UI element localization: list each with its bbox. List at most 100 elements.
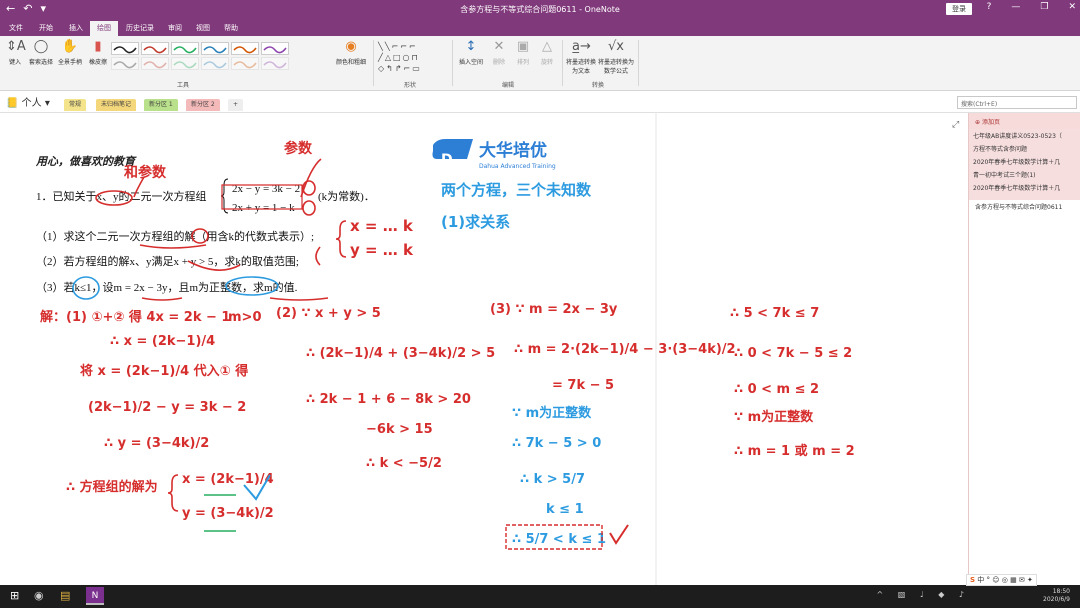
rotate-button[interactable]: △ 旋转 [532, 39, 562, 66]
p2-line-1: (2) ∵ x + y > 5 [276, 306, 381, 321]
pen-swatch[interactable] [171, 42, 199, 55]
pen-swatch[interactable] [141, 42, 169, 55]
folder-icon[interactable]: ▤ [60, 589, 70, 602]
eraser-icon: ▮ [94, 39, 102, 54]
pen-swatch[interactable] [231, 57, 259, 70]
insert-space-button[interactable]: ↕ 插入空间 [456, 39, 486, 66]
insert-space-icon: ↕ [465, 39, 477, 54]
rotate-icon: △ [542, 39, 552, 54]
color-thickness-button[interactable]: ◉ 颜色和粗细 [333, 39, 369, 66]
clock-date[interactable]: 2020/6/9 [1043, 596, 1070, 604]
login-button[interactable]: 登录 [946, 3, 972, 15]
equation-2: 2x + y = 1 − k [232, 202, 295, 214]
tab-help[interactable]: 帮助 [217, 21, 245, 36]
p2-line-4: −6k > 15 [366, 422, 433, 437]
logo: D 大华培优 Dahua Advanced Training [432, 139, 556, 170]
sol-line-5: ∴ y = (3−4k)/2 [104, 436, 209, 451]
pen-swatch[interactable] [111, 57, 139, 70]
question-1: （1）求这个二元一次方程组的解（用含k的代数式表示）; [36, 229, 314, 243]
sol-line-3: 将 x = (2k−1)/4 代入① 得 [80, 363, 248, 379]
sol-line-6: ∴ 方程组的解为 [66, 479, 158, 495]
tab-view[interactable]: 视图 [189, 21, 217, 36]
pan-button[interactable]: ✋ 全景手柄 [55, 39, 85, 66]
close-icon[interactable]: ✕ [1068, 2, 1076, 12]
check-mark-icon [609, 524, 629, 545]
sol-line-7: x = (2k−1)/4 [182, 472, 274, 487]
section-tab-0[interactable]: 常规 [64, 99, 87, 111]
pen-swatch[interactable] [201, 57, 229, 70]
pen-swatch[interactable] [111, 42, 139, 55]
page-item[interactable]: 七年级AB讲度讲义0523-0523（ [973, 132, 1076, 142]
tab-review[interactable]: 审阅 [161, 21, 189, 36]
p3-line-7: k ≤ 1 [546, 502, 584, 517]
group-label-convert: 转换 [592, 82, 605, 89]
sol-line-2: ∴ x = (2k−1)/4 [110, 334, 215, 349]
tray-icons[interactable]: ^ ▧ ♩ ◆ ♪ [877, 590, 970, 599]
brace-x: x = … k [350, 217, 414, 235]
p3-line-8: ∴ 5/7 < k ≤ 1 [512, 532, 606, 547]
equation-note: (k为常数)． [318, 190, 375, 203]
shapes-icon: ╲╲⌐⌐⌐ ╱△□○⊓ ◇↰↱⌐▭ [378, 42, 422, 73]
page-item[interactable]: 青一初中考试三个题(1) [973, 171, 1076, 181]
tab-home[interactable]: 开始 [32, 21, 60, 36]
page-item[interactable]: 2020年春季七年级数学计算＋几 [973, 184, 1076, 194]
note-parameter-2: 和参数 [124, 164, 167, 181]
add-page-button[interactable]: ⊕ 添加页 [969, 113, 1080, 129]
pen-swatch[interactable] [231, 42, 259, 55]
chevron-down-icon: ▾ [44, 98, 50, 109]
section-tab-2[interactable]: 新分区 1 [144, 99, 178, 111]
eraser-button[interactable]: ▮ 橡皮擦 [83, 39, 113, 66]
color-palette-icon: ◉ [345, 39, 357, 54]
note-equations: 两个方程，三个未知数 [441, 181, 592, 199]
question-2: （2）若方程组的解x、y满足x + y > 5，求k的取值范围; [36, 254, 299, 268]
p4-line-5: ∴ m = 1 或 m = 2 [734, 443, 855, 459]
lasso-select-button[interactable]: ◯ 套索选择 [26, 39, 56, 66]
app-icon[interactable]: ◉ [34, 589, 44, 602]
page-item[interactable]: 方程不等式含参问题 [973, 145, 1076, 155]
p3-line-2: ∴ m = 2·(2k−1)/4 − 3·(3−4k)/2 [514, 342, 736, 357]
onenote-icon[interactable]: N [86, 587, 104, 605]
pen-swatch[interactable] [261, 42, 289, 55]
ink-to-math-button[interactable]: √x 将墨迹转换为数学公式 [598, 39, 634, 75]
shapes-gallery[interactable]: ╲╲⌐⌐⌐ ╱△□○⊓ ◇↰↱⌐▭ [378, 41, 448, 77]
ink-to-text-button[interactable]: a̲→ 将墨迹转换为文本 [564, 39, 598, 75]
page-item[interactable]: 2020年春季七年级数学计算＋几 [973, 158, 1076, 168]
page-canvas[interactable]: ⤢ 用心，做喜欢的教育 D 大华培优 Dahua Advanced Traini… [0, 113, 968, 585]
note-parameter: 参数 [284, 140, 313, 157]
page-item-current[interactable]: 含参方程与不等式综合问题0611 [969, 200, 1080, 216]
hand-icon: ✋ [61, 39, 79, 54]
plus-circle-icon: ⊕ [975, 119, 981, 126]
help-icon[interactable]: ? [987, 2, 992, 12]
add-section-button[interactable]: + [228, 99, 244, 111]
p3-line-4: ∵ m为正整数 [512, 405, 592, 421]
notebook-selector[interactable]: 📒 个人 ▾ [6, 94, 50, 109]
title-bar: ← ↶ ▾ 含参方程与不等式综合问题0611 - OneNote 登录 ? — … [0, 0, 1080, 19]
p4-line-3: ∴ 0 < m ≤ 2 [734, 382, 819, 397]
expand-icon[interactable]: ⤢ [951, 120, 959, 130]
search-input[interactable]: 搜索(Ctrl+E) [957, 96, 1077, 109]
ime-toolbar[interactable]: S 中 ° ☺ ◎ ▦ ✉ ✦ [966, 574, 1037, 586]
notebook-icon: 📒 [6, 98, 19, 109]
tab-file[interactable]: 文件 [2, 21, 30, 36]
tab-insert[interactable]: 插入 [62, 21, 90, 36]
page-drawing: ⤢ 用心，做喜欢的教育 D 大华培优 Dahua Advanced Traini… [35, 113, 959, 585]
p4-line-1: ∴ 5 < 7k ≤ 7 [730, 306, 819, 321]
section-tab-1[interactable]: 未归档笔记 [96, 99, 137, 111]
clock-time[interactable]: 18:50 [1043, 588, 1070, 596]
note-relation: (1)求关系 [441, 213, 510, 231]
tab-draw[interactable]: 绘图 [90, 21, 118, 36]
p3-line-1: (3) ∵ m = 2x − 3y [490, 302, 618, 317]
pen-swatch[interactable] [171, 57, 199, 70]
minimize-icon[interactable]: — [1011, 2, 1020, 12]
ink-to-text-icon: a̲→ [572, 39, 591, 54]
ribbon-tabs: 文件 开始 插入 绘图 历史记录 审阅 视图 帮助 [0, 19, 1080, 36]
p4-line-2: ∴ 0 < 7k − 5 ≤ 2 [734, 346, 852, 361]
tab-history[interactable]: 历史记录 [119, 21, 161, 36]
pen-swatch[interactable] [201, 42, 229, 55]
ribbon: ⇕A 键入 ◯ 套索选择 ✋ 全景手柄 ▮ 橡皮擦 ◉ 颜色和粗细 工具 ╲╲⌐… [0, 36, 1080, 91]
pen-swatch[interactable] [141, 57, 169, 70]
section-tab-3[interactable]: 新分区 2 [186, 99, 220, 111]
windows-start-icon[interactable]: ⊞ [10, 589, 19, 602]
pen-swatch[interactable] [261, 57, 289, 70]
maximize-icon[interactable]: ❒ [1040, 2, 1048, 12]
